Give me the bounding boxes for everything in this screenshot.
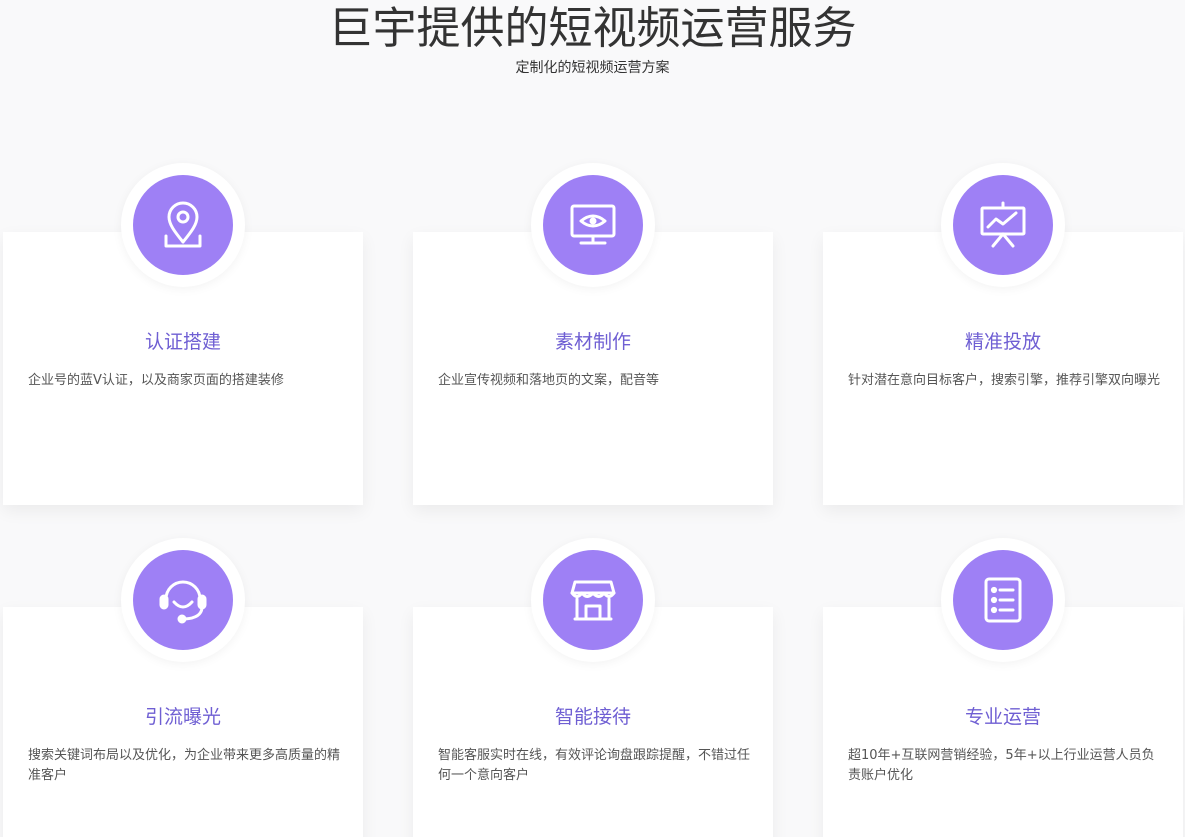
service-title: 引流曝光	[144, 706, 221, 728]
icon-badge	[531, 538, 655, 662]
services-page: 巨宇提供的短视频运营服务 定制化的短视频运营方案 认证搭建 企业号的蓝V认证，以…	[0, 0, 1185, 837]
headset-icon	[159, 580, 207, 624]
service-description: 搜索关键词布局以及优化，为企业带来更多高质量的精准客户	[28, 748, 341, 783]
page-subtitle: 定制化的短视频运营方案	[515, 60, 670, 76]
service-title: 认证搭建	[144, 331, 221, 353]
storefront-icon	[570, 580, 616, 621]
service-description: 超10年+互联网营销经验，5年+以上行业运营人员负责账户优化	[848, 748, 1155, 783]
location-pin-icon	[164, 201, 202, 248]
icon-badge	[121, 538, 245, 662]
presentation-chart-icon	[980, 201, 1026, 248]
service-title: 精准投放	[964, 331, 1041, 353]
service-title: 素材制作	[554, 331, 631, 353]
icon-badge	[941, 163, 1065, 287]
monitor-eye-icon	[570, 204, 616, 245]
service-description: 企业宣传视频和落地页的文案，配音等	[438, 373, 660, 388]
icon-badge	[531, 163, 655, 287]
service-description: 针对潜在意向目标客户，搜索引擎，推荐引擎双向曝光	[848, 373, 1161, 388]
service-title: 专业运营	[964, 706, 1041, 728]
icon-badge	[121, 163, 245, 287]
service-description: 智能客服实时在线，有效评论询盘跟踪提醒，不错过任何一个意向客户	[438, 748, 751, 783]
service-title: 智能接待	[554, 706, 631, 728]
page-title: 巨宇提供的短视频运营服务	[328, 3, 857, 54]
icon-badge	[941, 538, 1065, 662]
service-description: 企业号的蓝V认证，以及商家页面的搭建装修	[28, 373, 284, 388]
list-document-icon	[984, 577, 1022, 623]
